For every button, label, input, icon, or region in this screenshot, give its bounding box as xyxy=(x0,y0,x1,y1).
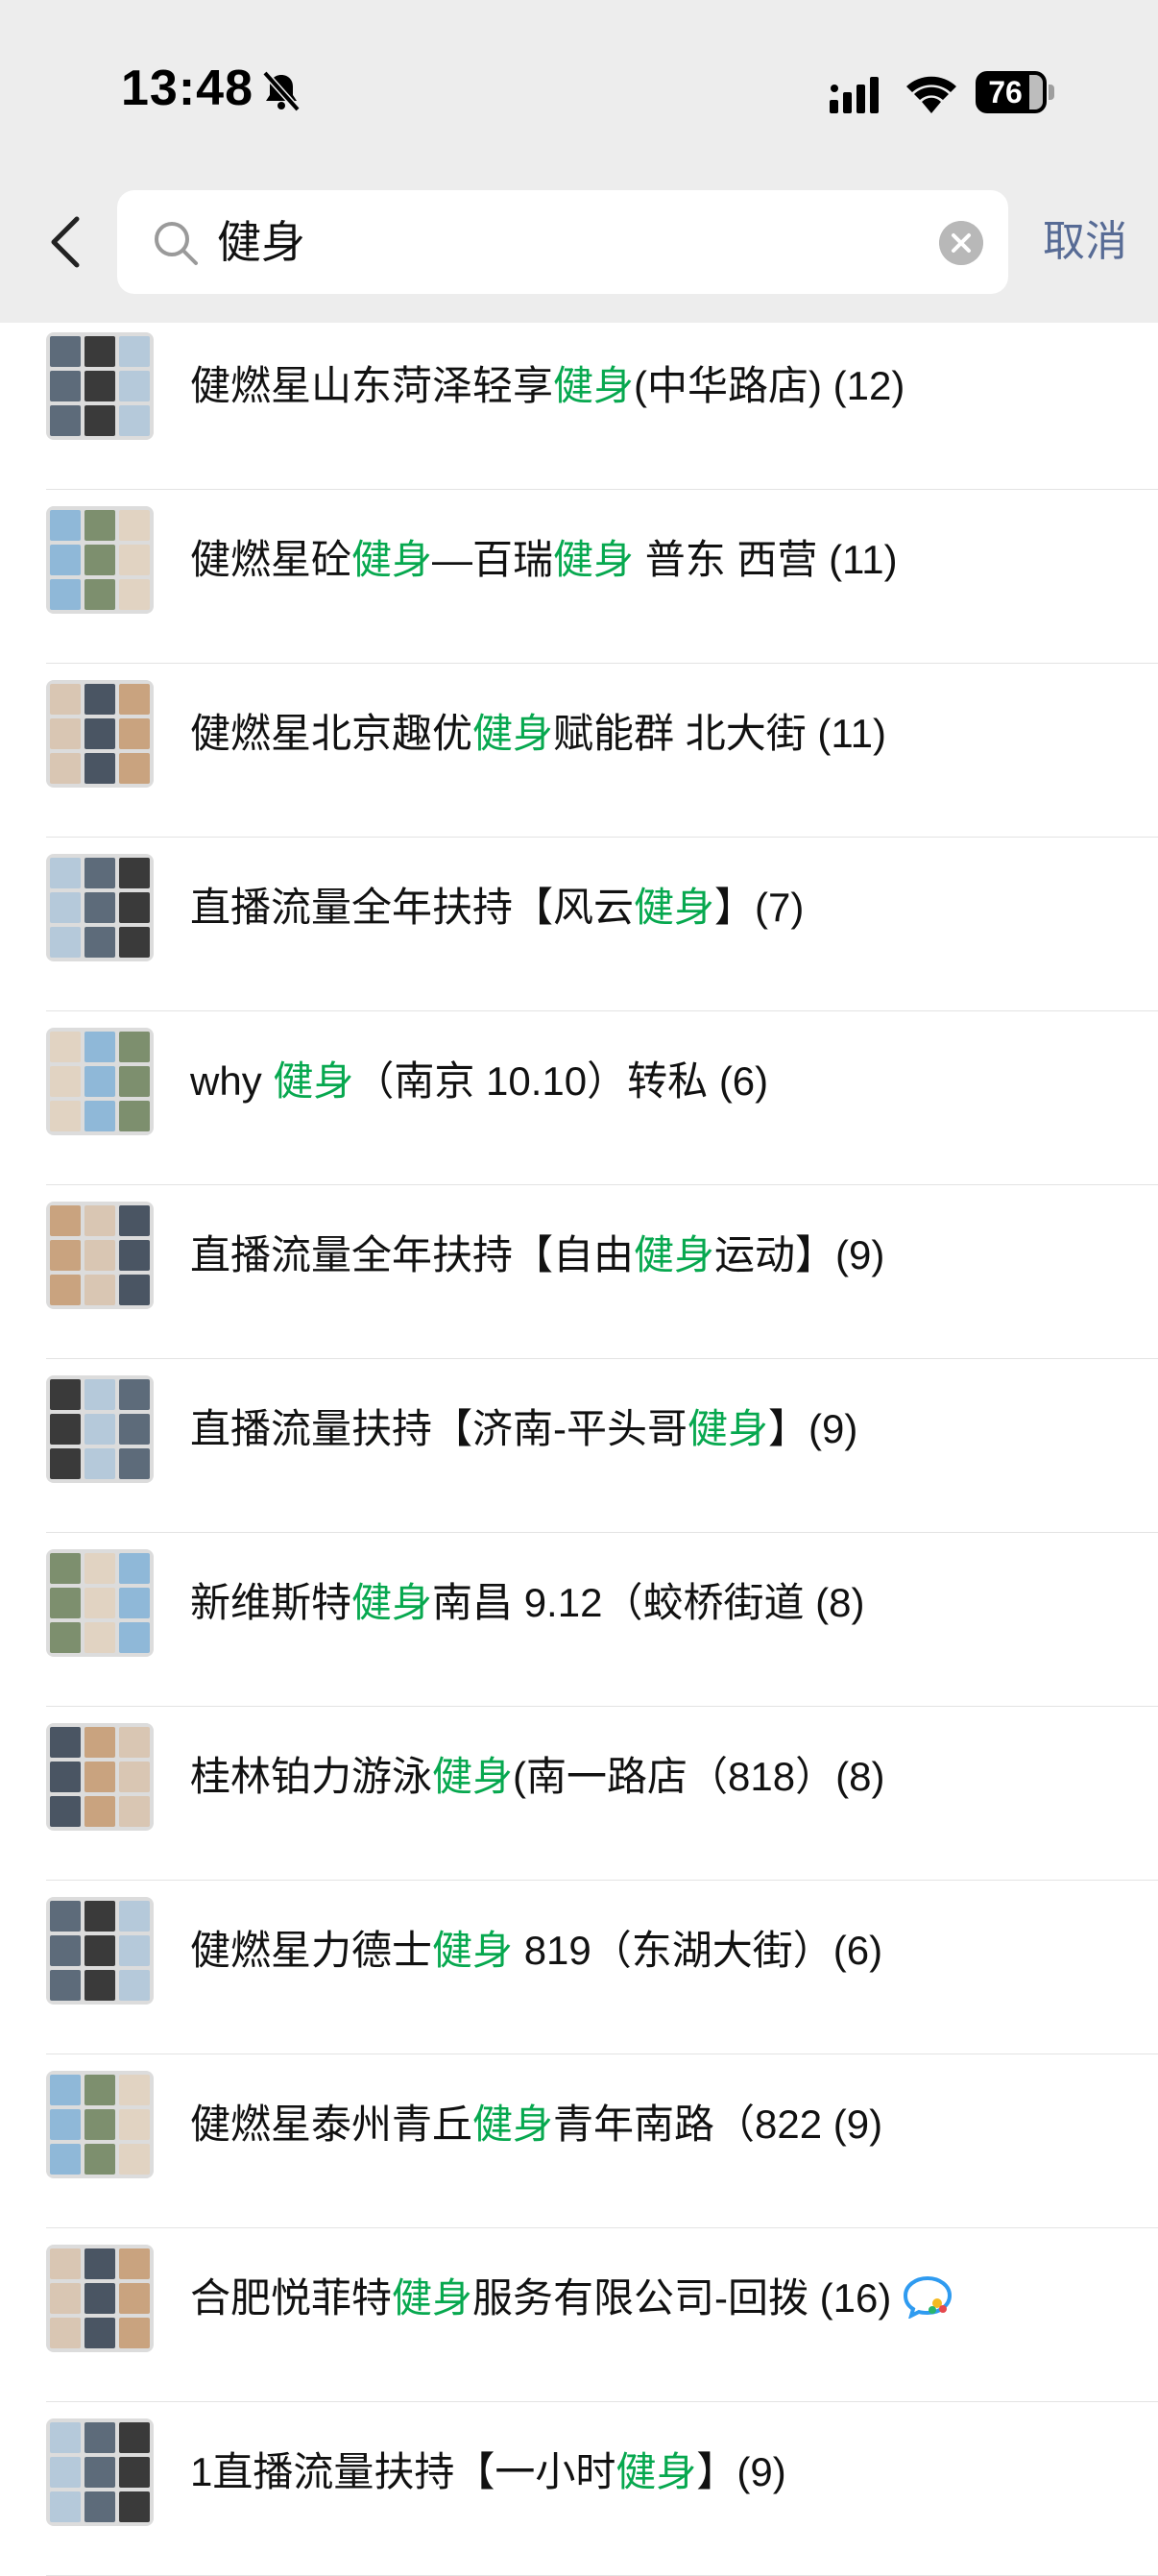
result-row[interactable]: 健燃星砼健身—百瑞健身 普东 西营 (11) xyxy=(0,490,1158,664)
group-avatar xyxy=(46,1723,154,1831)
title-text: 1直播流量扶持【一小时 xyxy=(190,2449,616,2494)
title-text: （南京 10.10）转私 (6) xyxy=(353,1058,769,1104)
group-avatar xyxy=(46,680,154,788)
title-text: 健燃星力德士 xyxy=(190,1928,433,1973)
result-row[interactable]: 1直播流量扶持【一小时健身】(9) xyxy=(0,2402,1158,2576)
result-row[interactable]: 桂林铂力游泳健身(南一路店（818）(8) xyxy=(0,1707,1158,1881)
highlighted-keyword: 健身 xyxy=(688,1406,769,1451)
highlighted-keyword: 健身 xyxy=(615,2449,697,2494)
title-text: 】(9) xyxy=(768,1406,858,1451)
header-area: 13:48 76 健身 取消 xyxy=(0,0,1158,323)
result-row[interactable]: 健燃星力德士健身 819（东湖大街）(6) xyxy=(0,1881,1158,2054)
result-title: 健燃星力德士健身 819（东湖大街）(6) xyxy=(190,1881,882,2020)
result-row[interactable]: 健燃星北京趣优健身赋能群 北大街 (11) xyxy=(0,664,1158,838)
highlighted-keyword: 健身 xyxy=(432,1928,514,1973)
group-avatar xyxy=(46,506,154,614)
group-avatar xyxy=(46,1028,154,1135)
battery-percent: 76 xyxy=(988,75,1023,109)
title-text: why xyxy=(190,1058,274,1104)
group-avatar xyxy=(46,2245,154,2352)
clear-icon[interactable] xyxy=(939,221,983,265)
title-text: 南昌 9.12（蛟桥街道 (8) xyxy=(432,1580,865,1625)
search-query[interactable]: 健身 xyxy=(217,190,305,294)
title-text: (南一路店（818）(8) xyxy=(513,1754,885,1799)
result-title: 合肥悦菲特健身服务有限公司-回拨 (16) xyxy=(190,2228,891,2368)
title-text: —百瑞 xyxy=(432,537,554,582)
result-title: 直播流量扶持【济南-平头哥健身】(9) xyxy=(190,1359,857,1498)
title-text: 赋能群 北大街 (11) xyxy=(553,711,886,756)
bell-off-icon xyxy=(262,70,301,112)
title-text: 直播流量全年扶持【自由 xyxy=(190,1232,635,1277)
group-avatar xyxy=(46,332,154,440)
group-avatar xyxy=(46,1375,154,1483)
status-bar: 13:48 76 xyxy=(0,0,1158,182)
title-text: 健燃星山东菏泽轻享 xyxy=(190,363,554,408)
result-row[interactable]: 直播流量全年扶持【自由健身运动】(9) xyxy=(0,1185,1158,1359)
title-text: 服务有限公司-回拨 (16) xyxy=(472,2275,892,2321)
search-bar: 健身 取消 xyxy=(0,188,1158,296)
title-text: 青年南路（822 (9) xyxy=(553,2102,883,2147)
search-input[interactable]: 健身 xyxy=(117,190,1008,294)
title-text: 普东 西营 (11) xyxy=(634,537,898,582)
result-row[interactable]: 直播流量全年扶持【风云健身】(7) xyxy=(0,838,1158,1011)
signal-icon xyxy=(830,77,879,113)
title-text: 新维斯特 xyxy=(190,1580,352,1625)
search-icon xyxy=(155,222,198,265)
result-title: 桂林铂力游泳健身(南一路店（818）(8) xyxy=(190,1707,884,1846)
result-row[interactable]: 新维斯特健身南昌 9.12（蛟桥街道 (8) xyxy=(0,1533,1158,1707)
highlighted-keyword: 健身 xyxy=(351,537,433,582)
title-text: 健燃星北京趣优 xyxy=(190,711,473,756)
highlighted-keyword: 健身 xyxy=(634,1232,715,1277)
result-title: 1直播流量扶持【一小时健身】(9) xyxy=(190,2402,786,2541)
result-title: 健燃星北京趣优健身赋能群 北大街 (11) xyxy=(190,664,886,803)
highlighted-keyword: 健身 xyxy=(553,363,635,408)
result-row[interactable]: why 健身（南京 10.10）转私 (6) xyxy=(0,1011,1158,1185)
highlighted-keyword: 健身 xyxy=(553,537,635,582)
highlighted-keyword: 健身 xyxy=(472,711,554,756)
result-row[interactable]: 直播流量扶持【济南-平头哥健身】(9) xyxy=(0,1359,1158,1533)
title-text: 】(7) xyxy=(714,885,805,930)
title-text: 桂林铂力游泳 xyxy=(190,1754,433,1799)
result-row[interactable]: 合肥悦菲特健身服务有限公司-回拨 (16) xyxy=(0,2228,1158,2402)
title-text: 直播流量扶持【济南-平头哥 xyxy=(190,1406,688,1451)
highlighted-keyword: 健身 xyxy=(392,2275,473,2321)
result-row[interactable]: 健燃星泰州青丘健身青年南路（822 (9) xyxy=(0,2054,1158,2228)
group-avatar xyxy=(46,2071,154,2178)
wifi-icon xyxy=(906,76,956,113)
highlighted-keyword: 健身 xyxy=(432,1754,514,1799)
group-avatar xyxy=(46,1897,154,2005)
group-avatar xyxy=(46,854,154,961)
result-title: 健燃星山东菏泽轻享健身(中华路店) (12) xyxy=(190,316,905,455)
title-text: 健燃星泰州青丘 xyxy=(190,2102,473,2147)
cancel-button[interactable]: 取消 xyxy=(1043,188,1127,296)
result-title: 新维斯特健身南昌 9.12（蛟桥街道 (8) xyxy=(190,1533,864,1672)
title-text: (中华路店) (12) xyxy=(634,363,905,408)
title-text: 直播流量全年扶持【风云 xyxy=(190,885,635,930)
result-title: 健燃星砼健身—百瑞健身 普东 西营 (11) xyxy=(190,490,898,629)
title-text: 合肥悦菲特 xyxy=(190,2275,393,2321)
clock: 13:48 xyxy=(121,61,253,116)
highlighted-keyword: 健身 xyxy=(472,2102,554,2147)
chat-bubble-icon xyxy=(904,2275,953,2319)
back-icon[interactable] xyxy=(44,215,86,269)
group-avatar xyxy=(46,1202,154,1309)
highlighted-keyword: 健身 xyxy=(273,1058,354,1104)
title-text: 健燃星砼 xyxy=(190,537,352,582)
result-title: why 健身（南京 10.10）转私 (6) xyxy=(190,1011,768,1151)
group-avatar xyxy=(46,1549,154,1657)
result-title: 直播流量全年扶持【自由健身运动】(9) xyxy=(190,1185,884,1324)
battery-icon: 76 xyxy=(976,71,1054,113)
result-title: 直播流量全年扶持【风云健身】(7) xyxy=(190,838,804,977)
title-text: 运动】(9) xyxy=(714,1232,885,1277)
highlighted-keyword: 健身 xyxy=(634,885,715,930)
title-text: 】(9) xyxy=(696,2449,786,2494)
highlighted-keyword: 健身 xyxy=(351,1580,433,1625)
result-title: 健燃星泰州青丘健身青年南路（822 (9) xyxy=(190,2054,882,2194)
title-text: 819（东湖大街）(6) xyxy=(513,1928,883,1973)
group-avatar xyxy=(46,2418,154,2526)
result-row[interactable]: 健燃星山东菏泽轻享健身(中华路店) (12) xyxy=(0,316,1158,490)
